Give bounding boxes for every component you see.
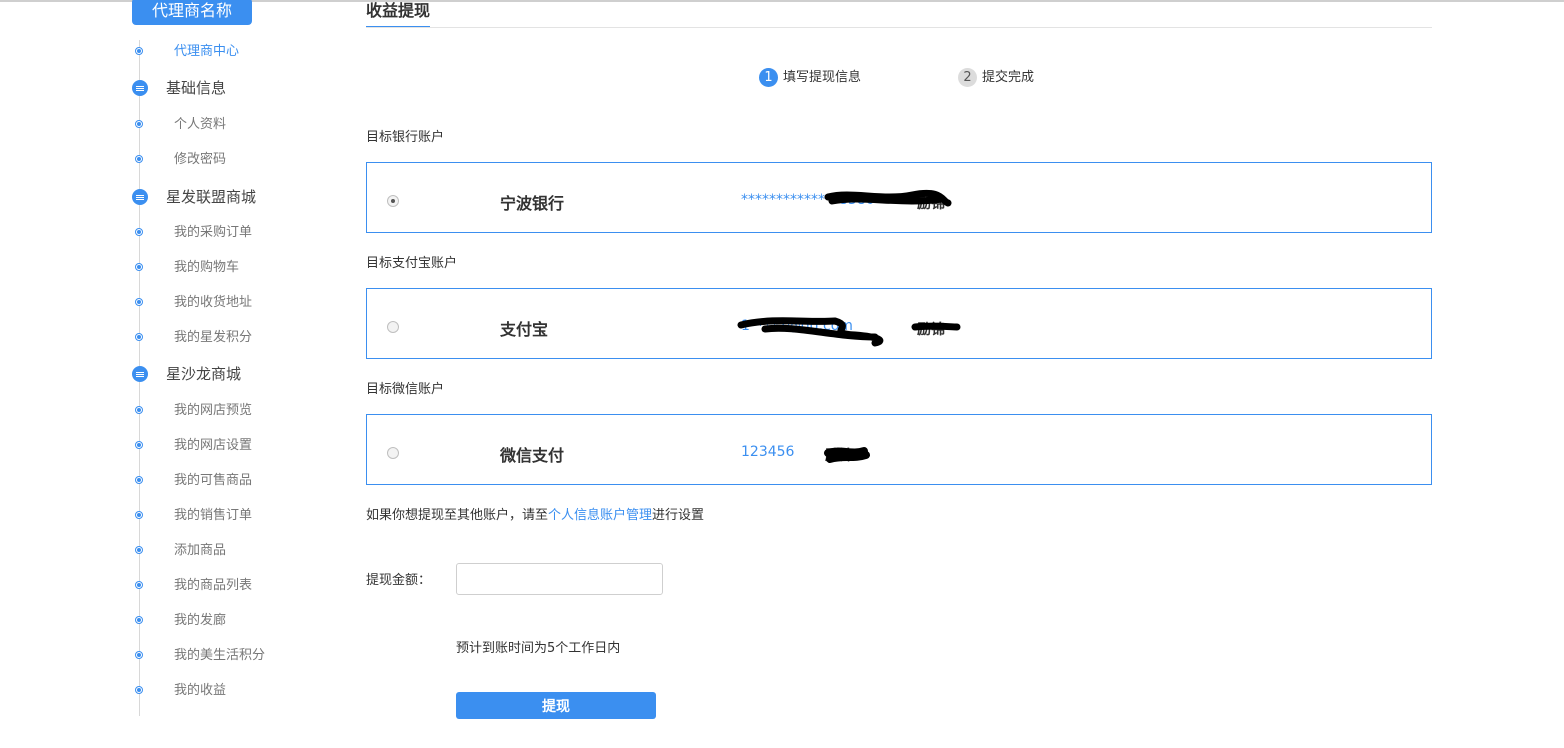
bullet-icon: [135, 406, 143, 414]
wechat-account-number: 123456: [741, 444, 795, 460]
sidebar-item-shop-settings[interactable]: 我的网店设置: [0, 436, 320, 456]
bullet-icon: [135, 333, 143, 341]
list-icon: [132, 189, 148, 205]
withdraw-button[interactable]: 提现: [456, 692, 656, 719]
account-management-link[interactable]: 个人信息账户管理: [548, 508, 652, 523]
sidebar-item-product-list[interactable]: 我的商品列表: [0, 576, 320, 596]
bullet-icon: [135, 263, 143, 271]
alipay-name: 支付宝: [500, 320, 549, 339]
sidebar-item-sellable-products[interactable]: 我的可售商品: [0, 471, 320, 491]
bullet-icon: [135, 511, 143, 519]
sidebar-item-cart[interactable]: 我的购物车: [0, 258, 320, 278]
agent-name-badge: 代理商名称: [132, 0, 252, 25]
list-icon: [132, 80, 148, 96]
bank-account-number: **************8380: [741, 192, 875, 208]
alipay-account-radio[interactable]: [387, 321, 399, 333]
bullet-icon: [135, 686, 143, 694]
sidebar-item-beauty-points[interactable]: 我的美生活积分: [0, 646, 320, 666]
wechat-account-option[interactable]: 微信支付 123456 励锦: [366, 414, 1432, 485]
sidebar-section-salon-mall[interactable]: 星沙龙商城: [0, 363, 320, 385]
bullet-icon: [135, 441, 143, 449]
bullet-icon: [135, 546, 143, 554]
arrival-time-note: 预计到账时间为5个工作日内: [456, 641, 621, 656]
list-icon: [132, 366, 148, 382]
sidebar-item-purchase-orders[interactable]: 我的采购订单: [0, 223, 320, 243]
sidebar-item-shop-preview[interactable]: 我的网店预览: [0, 401, 320, 421]
sidebar-item-profile[interactable]: 个人资料: [0, 115, 320, 135]
sidebar: 代理商名称 代理商中心 基础信息 个人资料 修改密码 星发联盟商城 我的采购订单…: [0, 0, 330, 748]
sidebar-item-add-product[interactable]: 添加商品: [0, 541, 320, 561]
withdraw-amount-label: 提现金额：: [366, 573, 432, 588]
alipay-account-holder: 励锦: [917, 322, 945, 338]
sidebar-item-change-password[interactable]: 修改密码: [0, 150, 320, 170]
bullet-icon: [135, 476, 143, 484]
bank-account-label: 目标银行账户: [366, 130, 445, 145]
bullet-icon: [135, 47, 143, 55]
bullet-icon: [135, 155, 143, 163]
sidebar-section-basic-info[interactable]: 基础信息: [0, 77, 320, 99]
sidebar-item-xingfa-points[interactable]: 我的星发积分: [0, 328, 320, 348]
alipay-account-number: 1****7@qq.com: [741, 318, 853, 334]
bullet-icon: [135, 120, 143, 128]
bank-account-holder: 励锦: [917, 196, 945, 212]
sidebar-item-agent-center[interactable]: 代理商中心: [0, 42, 320, 62]
bullet-icon: [135, 651, 143, 659]
bullet-icon: [135, 298, 143, 306]
bullet-icon: [135, 228, 143, 236]
wechat-account-holder: 励锦: [825, 448, 853, 464]
step-number-badge: 2: [958, 68, 977, 87]
alipay-account-label: 目标支付宝账户: [366, 256, 458, 271]
sidebar-section-xingfa-mall[interactable]: 星发联盟商城: [0, 186, 320, 208]
step-number-badge: 1: [759, 68, 778, 87]
bullet-icon: [135, 581, 143, 589]
wechat-account-label: 目标微信账户: [366, 382, 445, 397]
title-divider: [366, 27, 1432, 28]
wechat-account-radio[interactable]: [387, 447, 399, 459]
page-title: 收益提现: [366, 0, 431, 28]
sidebar-item-my-salon[interactable]: 我的发廊: [0, 611, 320, 631]
bullet-icon: [135, 616, 143, 624]
alipay-account-option[interactable]: 支付宝 1****7@qq.com 励锦: [366, 288, 1432, 359]
other-account-hint: 如果你想提现至其他账户，请至个人信息账户管理进行设置: [366, 508, 705, 523]
sidebar-item-my-earnings[interactable]: 我的收益: [0, 681, 320, 701]
bank-account-option[interactable]: 宁波银行 **************8380 励锦: [366, 162, 1432, 233]
bank-name: 宁波银行: [500, 194, 565, 213]
withdraw-amount-input[interactable]: [456, 563, 663, 595]
sidebar-item-shipping-address[interactable]: 我的收货地址: [0, 293, 320, 313]
wechat-name: 微信支付: [500, 446, 565, 465]
sidebar-item-sales-orders[interactable]: 我的销售订单: [0, 506, 320, 526]
bank-account-radio[interactable]: [387, 195, 399, 207]
